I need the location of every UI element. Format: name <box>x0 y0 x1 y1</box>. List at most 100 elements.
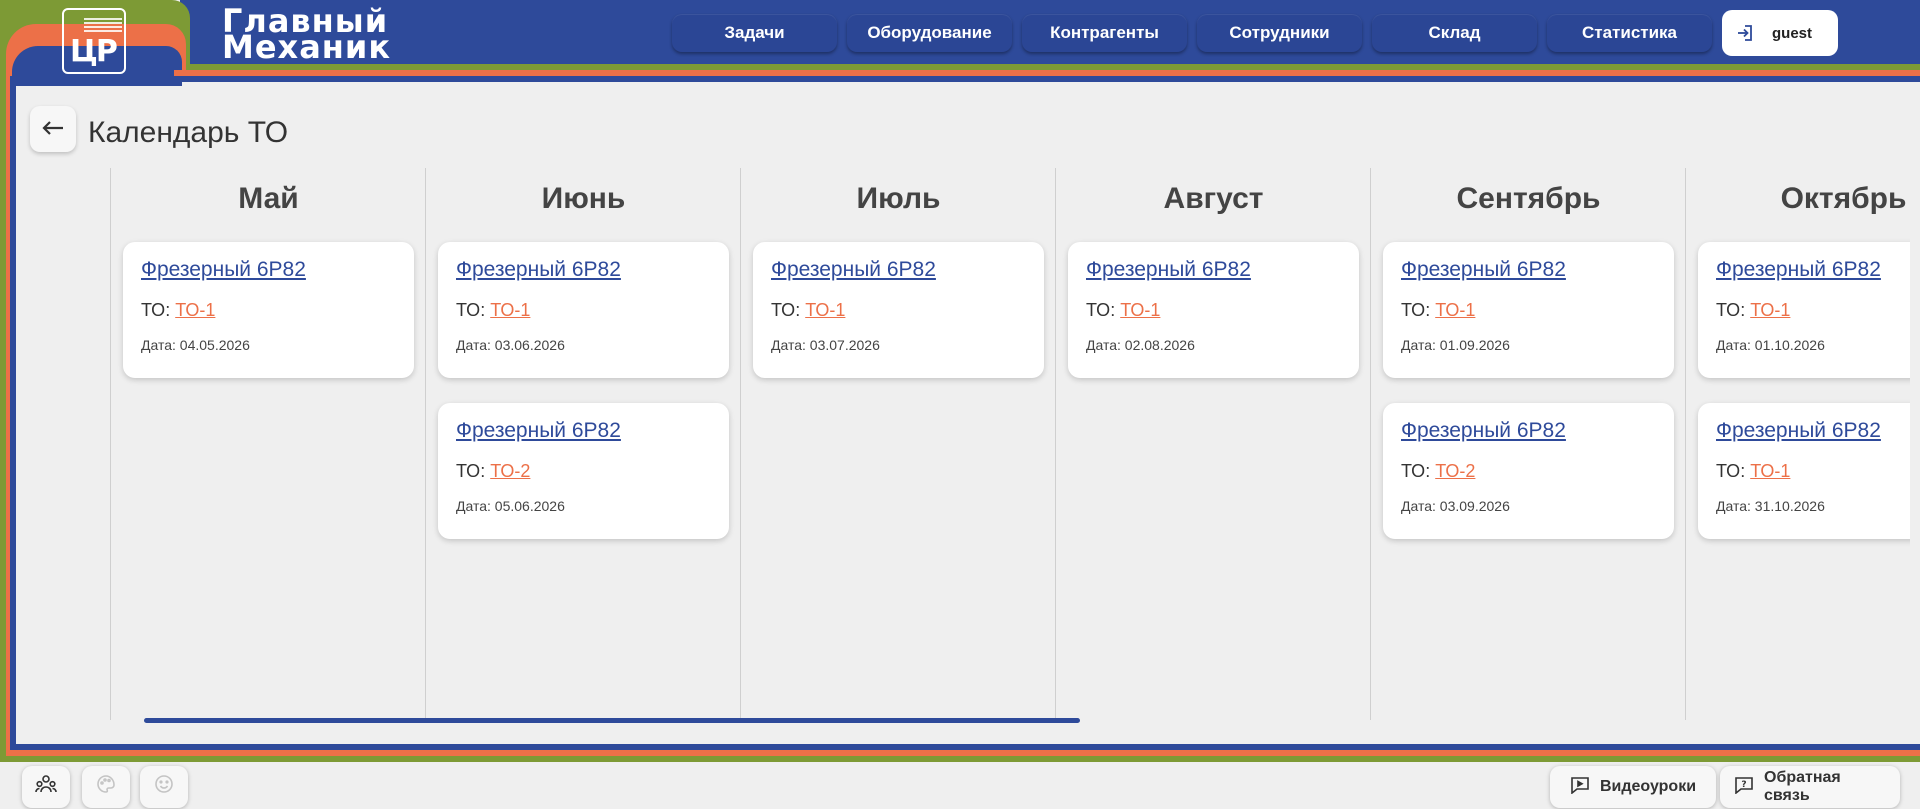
equipment-link[interactable]: Фрезерный 6Р82 <box>1086 258 1341 282</box>
user-name: guest <box>1772 24 1813 42</box>
maintenance-date-label: Дата: <box>1086 337 1125 353</box>
month-column: Октябрь Фрезерный 6Р82 ТО: ТО-1 Дата: 01.10… <box>1685 168 1910 720</box>
maintenance-type-row: ТО: ТО-2 <box>456 461 711 482</box>
nav-employees[interactable]: Сотрудники <box>1197 14 1362 52</box>
maintenance-date-row: Дата: 02.08.2026 <box>1086 337 1341 353</box>
maintenance-date-value: 31.10.2026 <box>1754 498 1825 514</box>
theme-button[interactable] <box>82 766 130 808</box>
maintenance-date-label: Дата: <box>456 498 495 514</box>
month-column: Июль Фрезерный 6Р82 ТО: ТО-1 Дата: 03.07.20… <box>740 168 1055 720</box>
maintenance-date-label: Дата: <box>1716 498 1755 514</box>
maintenance-date-row: Дата: 01.10.2026 <box>1716 337 1910 353</box>
maintenance-date-value: 05.06.2026 <box>494 498 565 514</box>
maintenance-date-label: Дата: <box>1716 337 1755 353</box>
month-column: Июнь Фрезерный 6Р82 ТО: ТО-1 Дата: 03.06.20… <box>425 168 740 720</box>
main-nav: Задачи Оборудование Контрагенты Сотрудни… <box>672 10 1838 56</box>
maintenance-date-value: 03.07.2026 <box>809 337 880 353</box>
equipment-link[interactable]: Фрезерный 6Р82 <box>141 258 396 282</box>
app-title-line2: Механик <box>222 28 392 66</box>
emoji-button[interactable] <box>140 766 188 808</box>
month-column: Август Фрезерный 6Р82 ТО: ТО-1 Дата: 02.08.… <box>1055 168 1370 720</box>
maintenance-type-label: ТО: <box>1401 300 1436 320</box>
app-title: Главный Механик <box>222 5 392 66</box>
maintenance-event-card: Фрезерный 6Р82 ТО: ТО-1 Дата: 31.10.2026 <box>1698 403 1910 539</box>
maintenance-date-row: Дата: 01.09.2026 <box>1401 337 1656 353</box>
palette-icon <box>96 774 116 800</box>
maintenance-type-link[interactable]: ТО-1 <box>175 300 215 320</box>
maintenance-type-label: ТО: <box>1716 300 1751 320</box>
maintenance-type-link[interactable]: ТО-1 <box>1750 300 1790 320</box>
logo-mark: ЦР <box>70 34 118 69</box>
equipment-link[interactable]: Фрезерный 6Р82 <box>1716 419 1910 443</box>
maintenance-date-value: 04.05.2026 <box>179 337 250 353</box>
video-chat-icon <box>1570 776 1590 799</box>
maintenance-date-value: 01.09.2026 <box>1439 337 1510 353</box>
equipment-link[interactable]: Фрезерный 6Р82 <box>1716 258 1910 282</box>
maintenance-type-row: ТО: ТО-1 <box>1401 300 1656 321</box>
frame-line-blue <box>160 76 1920 82</box>
frame-bottom-green <box>0 756 1920 762</box>
maintenance-event-card: Фрезерный 6Р82 ТО: ТО-1 Дата: 04.05.2026 <box>123 242 414 378</box>
maintenance-type-label: ТО: <box>1401 461 1436 481</box>
page-title: Календарь ТО <box>88 116 289 149</box>
maintenance-event-card: Фрезерный 6Р82 ТО: ТО-1 Дата: 03.07.2026 <box>753 242 1044 378</box>
company-logo[interactable]: ЦР <box>62 8 126 74</box>
maintenance-event-card: Фрезерный 6Р82 ТО: ТО-1 Дата: 03.06.2026 <box>438 242 729 378</box>
maintenance-type-row: ТО: ТО-2 <box>1401 461 1656 482</box>
maintenance-type-row: ТО: ТО-1 <box>141 300 396 321</box>
maintenance-date-row: Дата: 03.09.2026 <box>1401 498 1656 514</box>
nav-tasks[interactable]: Задачи <box>672 14 837 52</box>
maintenance-type-link[interactable]: ТО-2 <box>490 461 530 481</box>
feedback-button[interactable]: ? Обратная связь <box>1720 766 1900 808</box>
nav-equipment[interactable]: Оборудование <box>847 14 1012 52</box>
maintenance-date-row: Дата: 03.07.2026 <box>771 337 1026 353</box>
maintenance-type-link[interactable]: ТО-1 <box>1435 300 1475 320</box>
maintenance-type-link[interactable]: ТО-1 <box>1750 461 1790 481</box>
video-tutorials-button[interactable]: Видеоуроки <box>1550 766 1716 808</box>
equipment-link[interactable]: Фрезерный 6Р82 <box>771 258 1026 282</box>
equipment-link[interactable]: Фрезерный 6Р82 <box>456 419 711 443</box>
maintenance-event-card: Фрезерный 6Р82 ТО: ТО-1 Дата: 01.10.2026 <box>1698 242 1910 378</box>
maintenance-type-label: ТО: <box>456 461 491 481</box>
team-icon <box>35 774 57 800</box>
back-button[interactable] <box>30 106 76 152</box>
maintenance-calendar: Май Фрезерный 6Р82 ТО: ТО-1 Дата: 04.05.202… <box>110 168 1910 720</box>
maintenance-type-label: ТО: <box>771 300 806 320</box>
maintenance-type-row: ТО: ТО-1 <box>1716 461 1910 482</box>
maintenance-type-link[interactable]: ТО-2 <box>1435 461 1475 481</box>
equipment-link[interactable]: Фрезерный 6Р82 <box>1401 419 1656 443</box>
maintenance-date-label: Дата: <box>1401 498 1440 514</box>
nav-contractors[interactable]: Контрагенты <box>1022 14 1187 52</box>
month-title: Октябрь <box>1780 182 1907 215</box>
equipment-link[interactable]: Фрезерный 6Р82 <box>456 258 711 282</box>
maintenance-date-row: Дата: 03.06.2026 <box>456 337 711 353</box>
maintenance-type-link[interactable]: ТО-1 <box>1120 300 1160 320</box>
maintenance-type-label: ТО: <box>1086 300 1121 320</box>
nav-warehouse[interactable]: Склад <box>1372 14 1537 52</box>
maintenance-event-card: Фрезерный 6Р82 ТО: ТО-1 Дата: 01.09.2026 <box>1383 242 1674 378</box>
nav-statistics[interactable]: Статистика <box>1547 14 1712 52</box>
maintenance-date-label: Дата: <box>771 337 810 353</box>
maintenance-type-label: ТО: <box>456 300 491 320</box>
month-title: Май <box>238 182 299 215</box>
maintenance-type-label: ТО: <box>141 300 176 320</box>
maintenance-date-row: Дата: 04.05.2026 <box>141 337 396 353</box>
smiley-icon <box>154 774 174 800</box>
video-tutorials-label: Видеоуроки <box>1599 778 1697 795</box>
equipment-link[interactable]: Фрезерный 6Р82 <box>1401 258 1656 282</box>
logo-tagline-lines <box>70 16 122 34</box>
maintenance-type-link[interactable]: ТО-1 <box>805 300 845 320</box>
user-login-button[interactable]: guest <box>1722 10 1838 56</box>
maintenance-date-label: Дата: <box>141 337 180 353</box>
horizontal-scrollbar-thumb[interactable] <box>144 718 1080 723</box>
team-button[interactable] <box>22 766 70 808</box>
maintenance-date-value: 03.09.2026 <box>1439 498 1510 514</box>
maintenance-type-row: ТО: ТО-1 <box>1716 300 1910 321</box>
maintenance-event-card: Фрезерный 6Р82 ТО: ТО-1 Дата: 02.08.2026 <box>1068 242 1359 378</box>
maintenance-type-link[interactable]: ТО-1 <box>490 300 530 320</box>
maintenance-date-label: Дата: <box>1401 337 1440 353</box>
month-title: Июль <box>856 182 941 215</box>
svg-text:?: ? <box>1741 780 1746 790</box>
maintenance-date-row: Дата: 05.06.2026 <box>456 498 711 514</box>
feedback-icon: ? <box>1734 776 1754 799</box>
